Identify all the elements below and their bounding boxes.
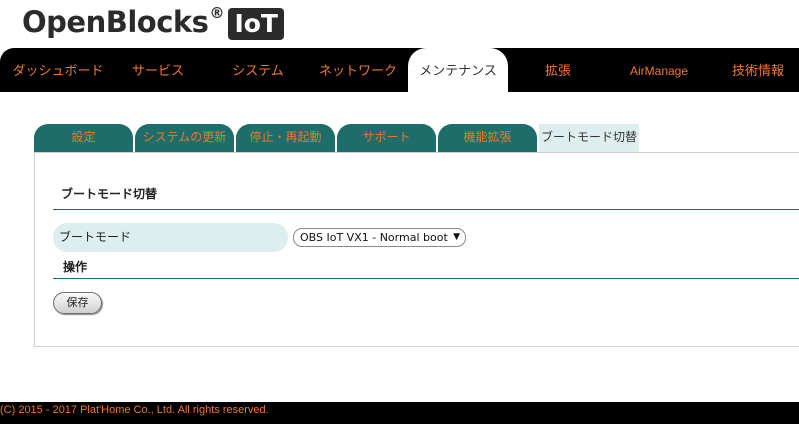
main-nav: ダッシュボード サービス システム ネットワーク メンテナンス 拡張 AirMa…	[0, 48, 799, 92]
content-panel: ブートモード切替 ブートモード OBS IoT VX1 - Normal boo…	[34, 152, 799, 347]
tab-boot-mode[interactable]: ブートモード切替	[539, 124, 639, 153]
footer: (C) 2015 - 2017 Plat'Home Co., Ltd. All …	[0, 402, 799, 424]
boot-mode-select[interactable]: OBS IoT VX1 - Normal boot ▼	[293, 228, 466, 247]
boot-mode-label: ブートモード	[53, 223, 288, 252]
logo-iot-badge: IoT	[228, 8, 284, 40]
tab-support[interactable]: サポート	[337, 124, 436, 153]
section-title: ブートモード切替	[61, 187, 158, 201]
triangle-down-icon: ▼	[453, 232, 460, 242]
nav-item-airmanage[interactable]: AirManage	[616, 48, 702, 92]
logo-text: OpenBlocks	[22, 5, 209, 39]
nav-item-maintenance[interactable]: メンテナンス	[408, 48, 508, 92]
tab-settings[interactable]: 設定	[34, 124, 133, 153]
nav-item-tech-info[interactable]: 技術情報	[722, 48, 794, 92]
copyright-text: (C) 2015 - 2017 Plat'Home Co., Ltd. All …	[0, 404, 269, 416]
nav-item-system[interactable]: システム	[222, 48, 294, 92]
nav-item-extensions[interactable]: 拡張	[530, 48, 586, 92]
openblocks-logo: OpenBlocks ® IoT	[22, 4, 284, 42]
nav-item-network[interactable]: ネットワーク	[312, 48, 404, 92]
boot-mode-select-value: OBS IoT VX1 - Normal boot	[300, 231, 448, 244]
operation-title: 操作	[63, 260, 88, 274]
nav-item-dashboard[interactable]: ダッシュボード	[6, 48, 110, 92]
tab-system-update[interactable]: システムの更新	[135, 124, 234, 153]
save-button[interactable]: 保存	[53, 292, 102, 314]
nav-item-services[interactable]: サービス	[120, 48, 196, 92]
logo-registered-mark: ®	[209, 4, 225, 22]
operation-divider	[53, 278, 799, 279]
tab-feature-extension[interactable]: 機能拡張	[438, 124, 537, 153]
section-divider	[53, 209, 799, 210]
tab-shutdown-restart[interactable]: 停止・再起動	[236, 124, 335, 153]
sub-tabs: 設定 システムの更新 停止・再起動 サポート 機能拡張 ブートモード切替	[34, 124, 654, 153]
